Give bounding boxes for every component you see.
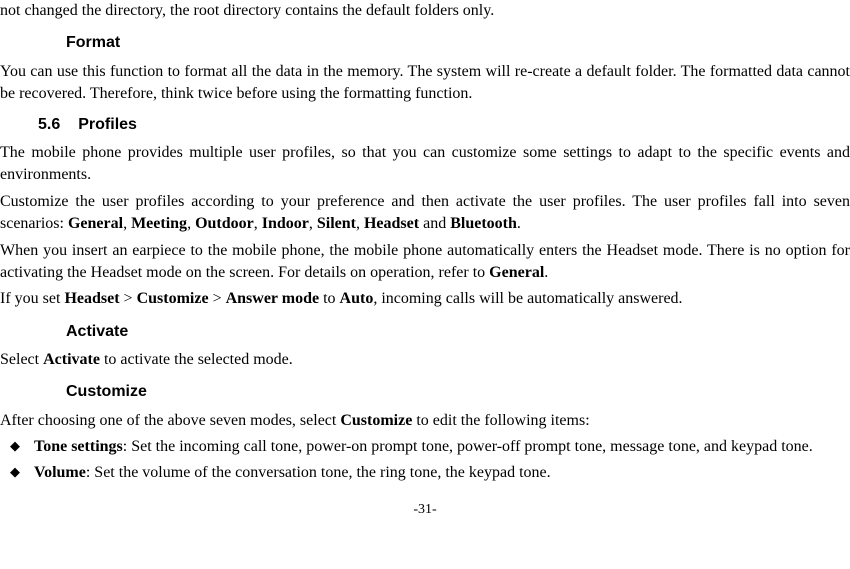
general-ref: General	[489, 264, 544, 281]
scenario-outdoor: Outdoor	[195, 215, 254, 232]
format-paragraph: You can use this function to format all …	[0, 61, 850, 106]
section-number: 5.6	[38, 114, 60, 136]
scenario-general: General	[68, 215, 123, 232]
volume-text: : Set the volume of the conversation ton…	[86, 464, 551, 481]
top-fragment: not changed the directory, the root dire…	[0, 0, 850, 22]
heading-profiles: 5.6 Profiles	[0, 114, 850, 136]
scenario-silent: Silent	[317, 215, 356, 232]
customize-word: Customize	[340, 412, 412, 429]
document-page: not changed the directory, the root dire…	[0, 0, 850, 520]
profiles-paragraph-1: The mobile phone provides multiple user …	[0, 142, 850, 187]
activate-word: Activate	[43, 351, 100, 368]
tone-settings-label: Tone settings	[34, 438, 123, 455]
scenario-meeting: Meeting	[131, 215, 187, 232]
path-auto: Auto	[340, 290, 374, 307]
list-item-tone: Tone settings: Set the incoming call ton…	[0, 436, 850, 458]
activate-paragraph: Select Activate to activate the selected…	[0, 349, 850, 371]
profiles-paragraph-4: If you set Headset > Customize > Answer …	[0, 288, 850, 310]
path-customize: Customize	[137, 290, 209, 307]
heading-activate: Activate	[66, 321, 850, 343]
heading-customize: Customize	[66, 381, 850, 403]
scenario-indoor: Indoor	[262, 215, 309, 232]
profiles-paragraph-3: When you insert an earpiece to the mobil…	[0, 240, 850, 285]
customize-list: Tone settings: Set the incoming call ton…	[0, 436, 850, 484]
page-number: -31-	[0, 500, 850, 520]
list-item-volume: Volume: Set the volume of the conversati…	[0, 462, 850, 484]
profiles-paragraph-2: Customize the user profiles according to…	[0, 191, 850, 236]
path-answer-mode: Answer mode	[226, 290, 319, 307]
section-title: Profiles	[78, 116, 137, 133]
customize-paragraph: After choosing one of the above seven mo…	[0, 410, 850, 432]
volume-label: Volume	[34, 464, 86, 481]
scenario-headset: Headset	[364, 215, 419, 232]
heading-format: Format	[66, 32, 850, 54]
scenario-bluetooth: Bluetooth	[450, 215, 517, 232]
path-headset: Headset	[64, 290, 119, 307]
tone-settings-text: : Set the incoming call tone, power-on p…	[123, 438, 813, 455]
